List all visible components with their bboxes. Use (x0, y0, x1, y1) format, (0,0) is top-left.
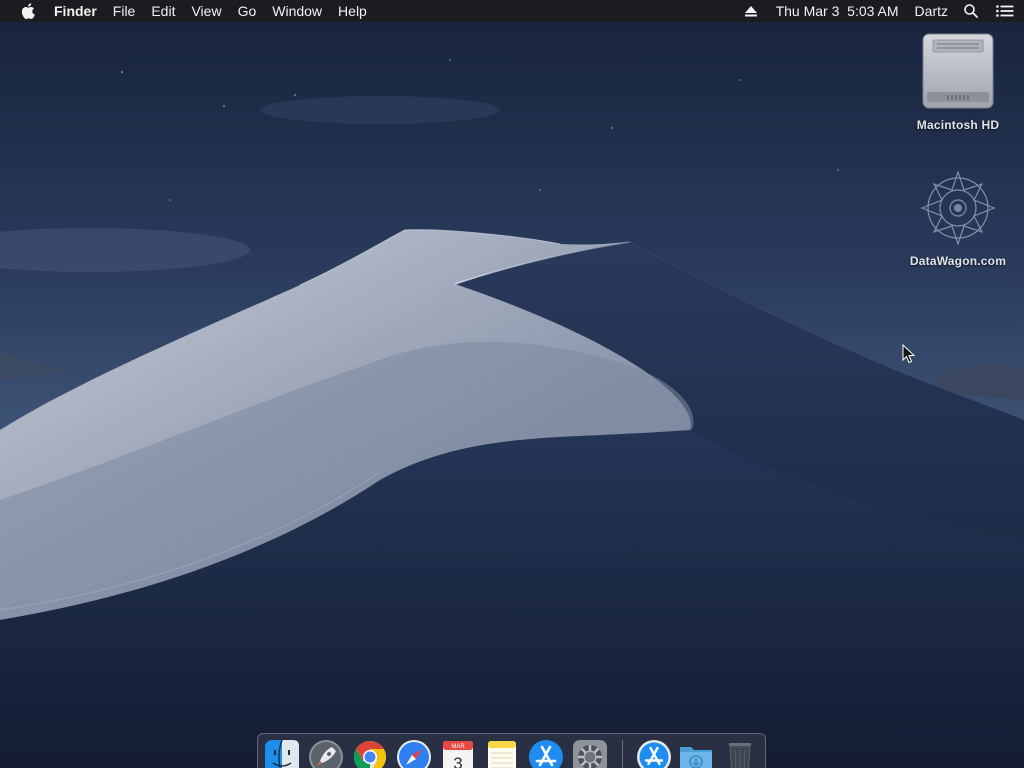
applications-stack-icon[interactable] (636, 739, 672, 768)
menu-view[interactable]: View (183, 0, 229, 22)
calendar-icon[interactable]: MAR 3 (440, 739, 476, 768)
desktop-icon-macintosh-hd[interactable]: Macintosh HD (893, 32, 1023, 132)
eject-icon[interactable] (734, 0, 768, 22)
system-preferences-icon[interactable] (572, 739, 608, 768)
menu-help[interactable]: Help (330, 0, 375, 22)
finder-icon[interactable] (264, 739, 300, 768)
menu-edit[interactable]: Edit (143, 0, 183, 22)
notes-icon[interactable] (484, 739, 520, 768)
wallpaper-mojave-dunes (0, 0, 1024, 768)
downloads-folder-icon[interactable] (678, 739, 714, 768)
chrome-icon[interactable] (352, 739, 388, 768)
dock-divider (622, 740, 623, 768)
app-store-icon[interactable] (528, 739, 564, 768)
launchpad-icon[interactable] (308, 739, 344, 768)
menu-go[interactable]: Go (230, 0, 265, 22)
menu-app-finder[interactable]: Finder (45, 0, 105, 22)
network-volume-icon (920, 170, 996, 246)
desktop-icon-label: DataWagon.com (909, 254, 1007, 268)
menu-user[interactable]: Dartz (907, 0, 956, 22)
calendar-month-label: MAR (451, 744, 465, 750)
desktop-screen: Finder File Edit View Go Window Help Thu… (0, 0, 1024, 768)
apple-icon[interactable] (19, 0, 37, 22)
search-icon[interactable] (956, 0, 986, 22)
menu-window[interactable]: Window (264, 0, 330, 22)
menu-bar: Finder File Edit View Go Window Help Thu… (0, 0, 1024, 22)
desktop-icon-label: Macintosh HD (916, 118, 1000, 132)
desktop-icon-datawagon[interactable]: DataWagon.com (893, 168, 1023, 268)
safari-icon[interactable] (396, 739, 432, 768)
hard-drive-icon (922, 33, 994, 109)
mouse-cursor-icon (902, 344, 916, 364)
menu-file[interactable]: File (105, 0, 144, 22)
dock: MAR 3 (257, 733, 766, 768)
menu-clock[interactable]: Thu Mar 3 5:03 AM (768, 0, 907, 22)
notification-center-icon[interactable] (986, 0, 1024, 22)
trash-icon[interactable] (722, 739, 758, 768)
calendar-day-label: 3 (453, 754, 462, 768)
